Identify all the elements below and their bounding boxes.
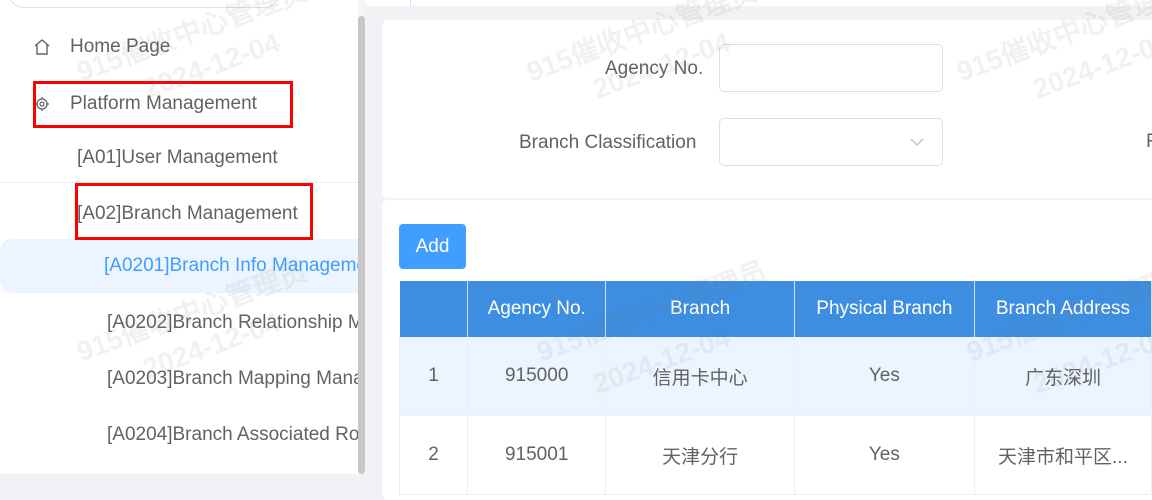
sidebar-scrollbar-thumb[interactable] [358,16,365,474]
add-button[interactable]: Add [399,224,466,269]
cell-branch-address: 广东深圳 [974,337,1152,416]
table-row[interactable]: 2 915001 天津分行 Yes 天津市和平区... [398,415,1152,495]
cell-branch: 天津分行 [605,415,795,495]
truncated-form-label: F [1146,131,1152,152]
sidebar-item-branch-relationship-management[interactable]: [A0202]Branch Relationship Management [0,295,358,351]
table-header-row: Agency No. Branch Physical Branch Branch… [399,281,1152,337]
sidebar-item-branch-mapping-management[interactable]: [A0203]Branch Mapping Management [0,351,358,407]
sidebar-item-home-page[interactable]: Home Page [0,19,358,75]
sidebar-search-input[interactable] [8,0,280,8]
sidebar-item-label: Platform Management [70,93,257,114]
cell-branch-address: 天津市和平区... [974,415,1152,495]
cell-index: 2 [398,415,469,495]
menu-divider [0,182,358,183]
sidebar-item-platform-management[interactable]: Platform Management [0,76,358,132]
cell-physical-branch: Yes [794,415,975,495]
tab-edge [410,0,411,6]
sidebar-item-branch-management[interactable]: [A02]Branch Management [0,186,358,242]
branch-classification-select[interactable] [719,118,943,166]
settings-cube-icon [32,94,52,114]
cell-physical-branch: Yes [794,337,975,416]
home-icon [32,37,52,57]
column-header-branch[interactable]: Branch [605,281,795,337]
table-row[interactable]: 1 915000 信用卡中心 Yes 广东深圳 [398,337,1152,416]
tabs-bar [366,0,1152,6]
agency-no-input[interactable] [719,44,943,92]
sidebar-item-label: [A0202]Branch Relationship Management [107,312,358,333]
sidebar-item-branch-info-management[interactable]: [A0201]Branch Info Management [0,239,358,293]
sidebar-item-label: [A02]Branch Management [77,203,298,224]
sidebar-item-user-management[interactable]: [A01]User Management [0,130,358,186]
column-header-physical-branch[interactable]: Physical Branch [794,281,975,337]
column-header-index [399,281,469,337]
cell-agency-no: 915001 [467,415,607,495]
cell-index: 1 [398,337,469,416]
branch-classification-label: Branch Classification [519,132,697,153]
sidebar-item-branch-associated-role[interactable]: [A0204]Branch Associated Role [0,407,358,463]
chevron-down-icon [908,133,926,151]
sidebar-item-label: [A0201]Branch Info Management [104,255,358,276]
cell-agency-no: 915000 [467,337,607,416]
sidebar: Home Page Platform Management [A01]User … [0,0,366,474]
sidebar-item-label: [A0203]Branch Mapping Management [107,368,358,389]
agency-no-label: Agency No. [605,58,704,79]
column-header-branch-address[interactable]: Branch Address [974,281,1152,337]
sidebar-item-label: [A01]User Management [77,147,278,168]
sidebar-item-label: [A0204]Branch Associated Role [107,424,358,445]
sidebar-item-label: Home Page [70,36,171,57]
branch-table: Agency No. Branch Physical Branch Branch… [398,281,1152,495]
column-header-agency-no[interactable]: Agency No. [467,281,607,337]
cell-branch: 信用卡中心 [605,337,795,416]
